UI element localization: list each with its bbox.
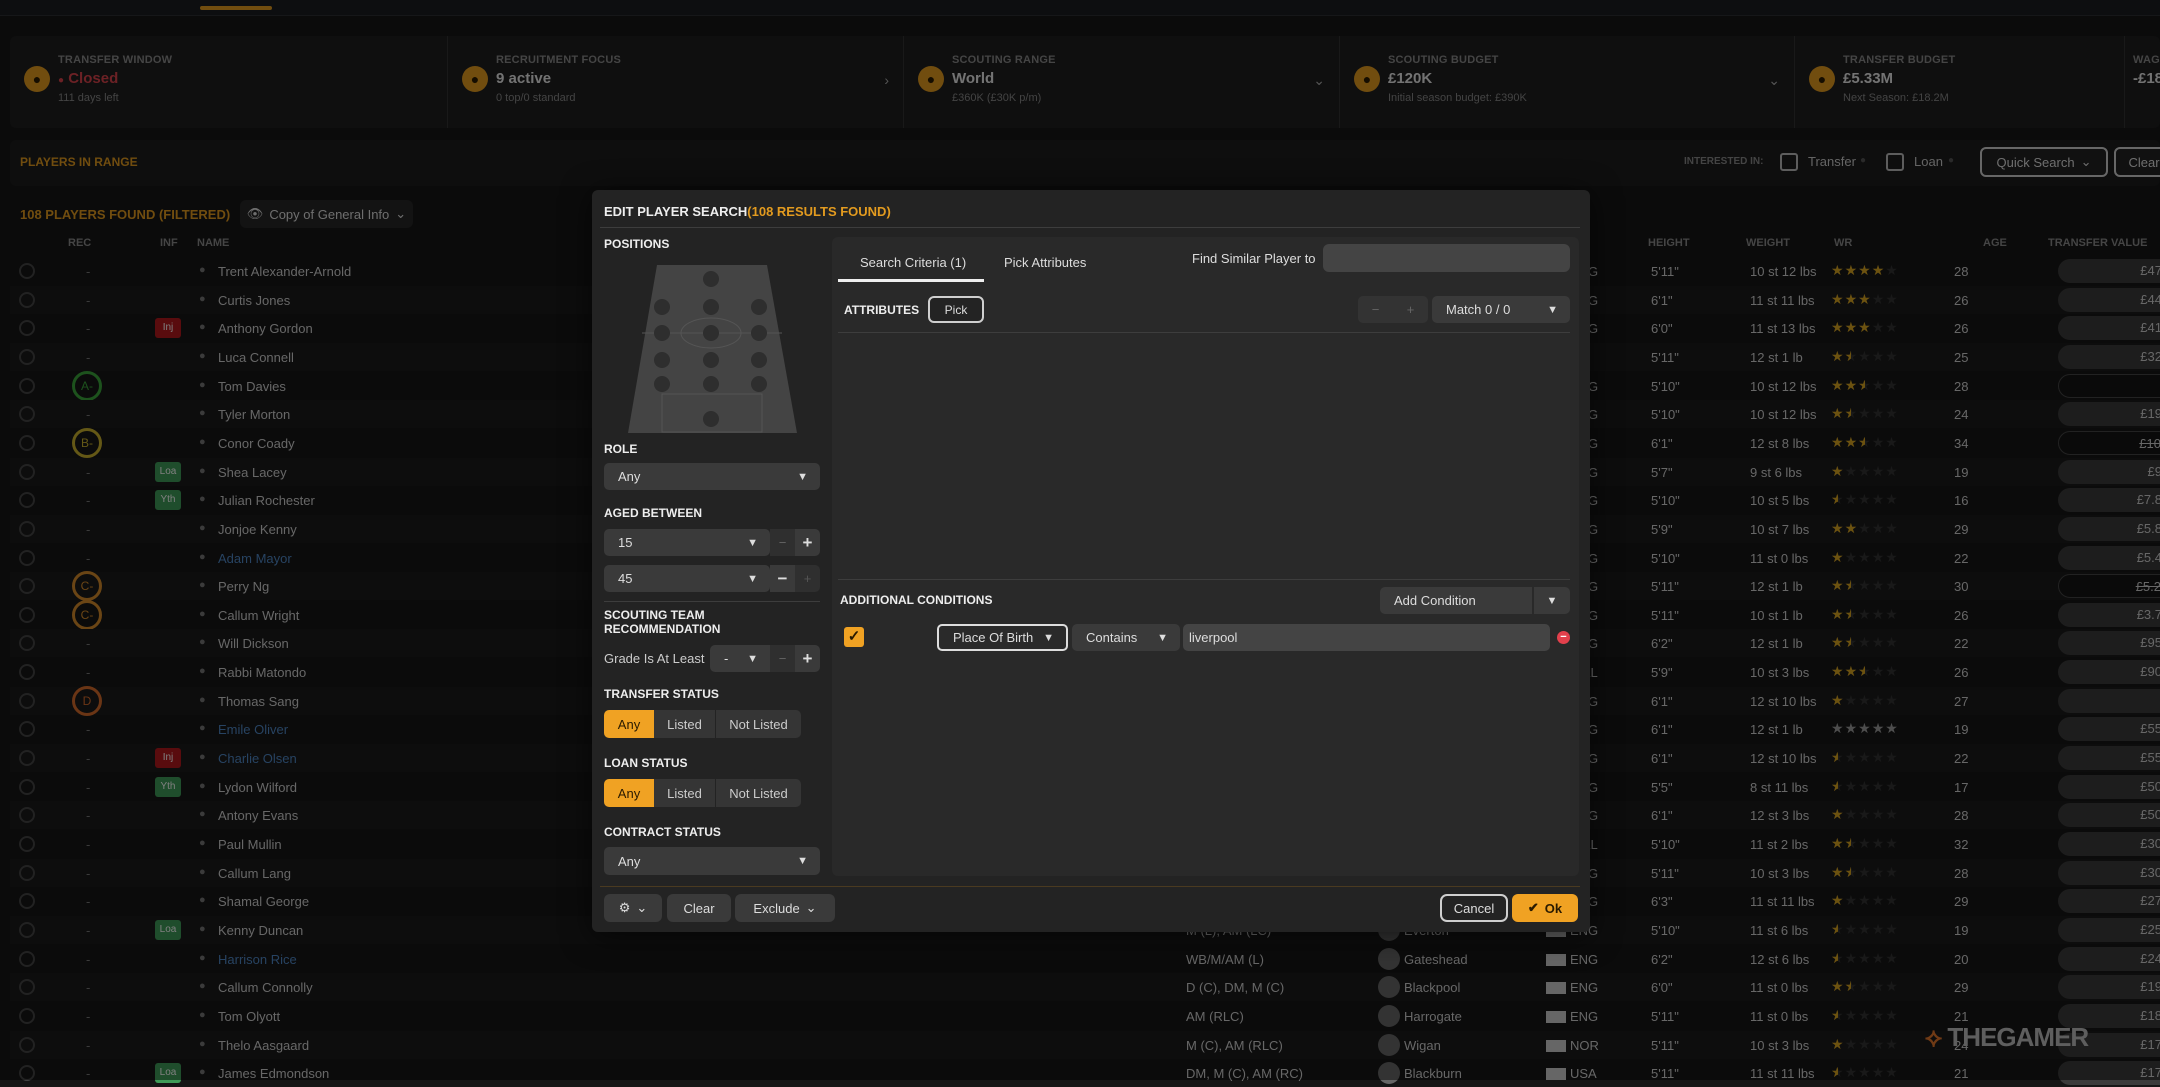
chevron-down-icon: ▼ — [1043, 631, 1054, 644]
grade-value: - — [724, 651, 729, 666]
dialog-clear-button[interactable]: Clear — [667, 894, 731, 922]
divider — [838, 332, 1570, 333]
additional-conditions-label: ADDITIONAL CONDITIONS — [840, 593, 993, 607]
transfer-status-any[interactable]: Any — [604, 710, 654, 738]
match-value: Match 0 / 0 — [1446, 302, 1511, 317]
chevron-down-icon: ⌄ — [805, 900, 817, 915]
attributes-label: ATTRIBUTES — [844, 303, 920, 317]
remove-condition-icon[interactable]: − — [1557, 631, 1570, 644]
edit-player-search-dialog: EDIT PLAYER SEARCH(108 RESULTS FOUND) PO… — [592, 190, 1590, 932]
condition-field-select[interactable]: Place Of Birth ▼ — [937, 624, 1068, 651]
position-slot[interactable] — [654, 376, 670, 392]
find-similar-label: Find Similar Player to — [1192, 251, 1316, 266]
find-similar-input[interactable] — [1323, 244, 1570, 272]
cancel-button[interactable]: Cancel — [1440, 894, 1508, 922]
contract-status-select[interactable]: Any ▼ — [604, 847, 820, 875]
age-min-increment[interactable]: + — [795, 529, 820, 556]
transfer-status-listed[interactable]: Listed — [654, 710, 715, 738]
condition-enabled-checkbox[interactable]: ✓ — [844, 627, 864, 647]
match-select[interactable]: Match 0 / 0 ▼ — [1432, 296, 1570, 323]
position-slot[interactable] — [654, 325, 670, 341]
contract-status-label: CONTRACT STATUS — [604, 825, 721, 839]
results-count: (108 RESULTS FOUND) — [747, 204, 891, 219]
grade-decrement[interactable]: − — [770, 645, 795, 672]
position-slot[interactable] — [751, 352, 767, 368]
role-select[interactable]: Any ▼ — [604, 463, 820, 490]
age-max-value: 45 — [618, 571, 633, 586]
add-condition-button[interactable]: Add Condition — [1380, 587, 1532, 614]
role-label: ROLE — [604, 442, 638, 456]
transfer-status-not-listed[interactable]: Not Listed — [716, 710, 801, 738]
ok-label: Ok — [1544, 900, 1563, 916]
chevron-down-icon: ▼ — [797, 855, 808, 867]
scouting-rec-line1: SCOUTING TEAM — [604, 608, 705, 622]
divider — [604, 601, 820, 602]
chevron-down-icon: ⌄ — [636, 900, 648, 915]
age-min-select[interactable]: 15 ▼ — [604, 529, 770, 556]
position-slot[interactable] — [751, 325, 767, 341]
position-slot[interactable] — [654, 352, 670, 368]
chevron-down-icon: ▼ — [797, 470, 808, 483]
exclude-button[interactable]: Exclude ⌄ — [735, 894, 835, 922]
active-tab-underline — [838, 279, 984, 282]
tab-search-criteria[interactable]: Search Criteria (1) — [860, 255, 966, 270]
tab-pick-attributes[interactable]: Pick Attributes — [1004, 255, 1086, 270]
loan-status-not-listed[interactable]: Not Listed — [716, 779, 801, 807]
age-max-increment[interactable]: + — [795, 565, 820, 592]
positions-pitch[interactable] — [622, 260, 802, 440]
position-slot[interactable] — [703, 411, 719, 427]
chevron-down-icon: ▼ — [747, 536, 758, 549]
checkmark-icon: ✔ — [1527, 900, 1539, 915]
chevron-down-icon: ▼ — [1157, 631, 1168, 644]
position-slot[interactable] — [703, 376, 719, 392]
divider — [838, 579, 1570, 580]
position-slot[interactable] — [703, 352, 719, 368]
dialog-title: EDIT PLAYER SEARCH(108 RESULTS FOUND) — [604, 204, 891, 219]
divider — [600, 886, 1580, 887]
aged-between-label: AGED BETWEEN — [604, 506, 703, 520]
settings-menu-button[interactable]: ⚙ ⌄ — [604, 894, 662, 922]
ok-button[interactable]: ✔ Ok — [1512, 894, 1578, 922]
age-min-value: 15 — [618, 535, 633, 550]
chevron-down-icon: ▼ — [1547, 303, 1558, 316]
gear-icon: ⚙ — [618, 900, 631, 915]
condition-operator-select[interactable]: Contains ▼ — [1072, 624, 1180, 651]
scouting-rec-line2: RECOMMENDATION — [604, 622, 721, 636]
chevron-down-icon: ▼ — [747, 572, 758, 585]
loan-status-label: LOAN STATUS — [604, 756, 688, 770]
age-max-decrement[interactable]: − — [770, 565, 795, 592]
transfer-status-label: TRANSFER STATUS — [604, 687, 719, 701]
pick-button[interactable]: Pick — [928, 296, 984, 323]
position-slot[interactable] — [654, 299, 670, 315]
position-slot[interactable] — [703, 271, 719, 287]
loan-status-any[interactable]: Any — [604, 779, 654, 807]
position-slot[interactable] — [751, 376, 767, 392]
grade-label: Grade Is At Least — [604, 651, 705, 666]
add-condition-dropdown[interactable]: ▼ — [1534, 587, 1570, 614]
pitch-surface — [628, 265, 797, 433]
positions-label: POSITIONS — [604, 237, 670, 251]
scouting-recommendation-label: SCOUTING TEAM RECOMMENDATION — [604, 608, 720, 636]
divider — [600, 227, 1580, 228]
dialog-title-text: EDIT PLAYER SEARCH — [604, 204, 748, 219]
age-min-decrement[interactable]: − — [770, 529, 795, 556]
condition-operator-value: Contains — [1086, 630, 1138, 645]
role-value: Any — [618, 469, 641, 484]
search-criteria-panel: Search Criteria (1) Pick Attributes Find… — [832, 237, 1579, 876]
grade-increment[interactable]: + — [795, 645, 820, 672]
condition-value-input[interactable] — [1183, 624, 1550, 651]
chevron-down-icon: ▼ — [747, 652, 758, 665]
position-slot[interactable] — [703, 325, 719, 341]
grade-select[interactable]: - ▼ — [710, 645, 770, 672]
position-slot[interactable] — [703, 299, 719, 315]
position-slot[interactable] — [751, 299, 767, 315]
match-increment[interactable]: + — [1393, 296, 1428, 323]
age-max-select[interactable]: 45 ▼ — [604, 565, 770, 592]
condition-field-value: Place Of Birth — [953, 630, 1034, 645]
match-decrement[interactable]: − — [1358, 296, 1393, 323]
loan-status-listed[interactable]: Listed — [654, 779, 715, 807]
contract-status-value: Any — [618, 853, 641, 869]
exclude-label: Exclude — [753, 900, 800, 916]
